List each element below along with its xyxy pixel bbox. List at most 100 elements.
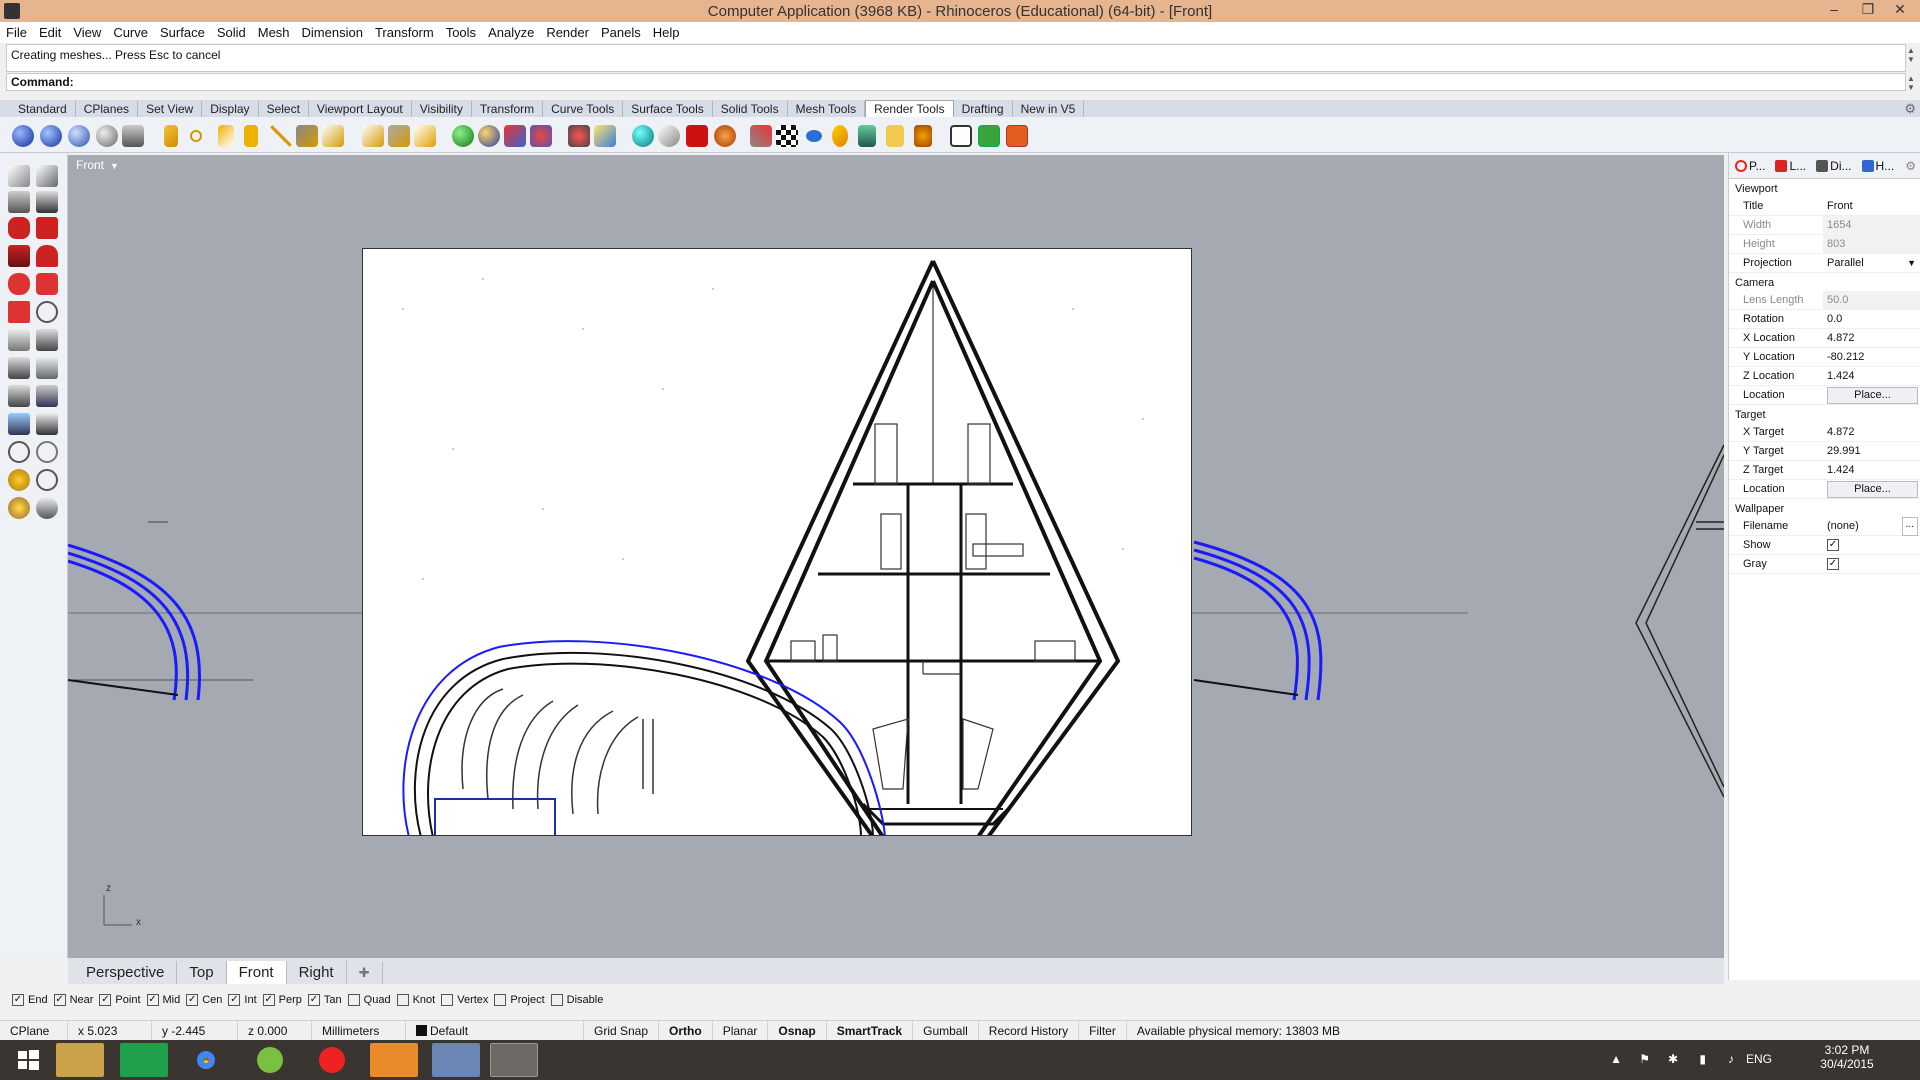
mirror-icon[interactable] (8, 413, 30, 435)
osnap-int-checkbox[interactable]: ✓ (228, 994, 241, 1006)
field-x-location[interactable]: 4.872 (1823, 329, 1920, 348)
scale-icon[interactable] (36, 385, 58, 407)
osnap-disable-checkbox[interactable] (550, 994, 563, 1006)
select-arrow-icon[interactable] (8, 165, 30, 187)
language-indicator[interactable]: ENG (1746, 1052, 1772, 1066)
status-record-history[interactable]: Record History (979, 1020, 1080, 1041)
tab-drafting[interactable]: Drafting (954, 101, 1013, 117)
texture-mapping-icon[interactable] (504, 125, 526, 147)
menu-transform[interactable]: Transform (375, 25, 434, 40)
decal-icon[interactable] (530, 125, 552, 147)
restore-icon[interactable]: ❐ (1856, 1, 1880, 19)
osnap-vertex-checkbox[interactable] (441, 994, 454, 1006)
menu-panels[interactable]: Panels (601, 25, 641, 40)
add-viewport-tab-icon[interactable]: ✚ (347, 962, 383, 984)
status-cplane[interactable]: CPlane (0, 1020, 68, 1041)
tab-mesh-tools[interactable]: Mesh Tools (788, 101, 866, 117)
tab-viewport-layout[interactable]: Viewport Layout (309, 101, 412, 117)
osnap-vertex[interactable]: Vertex (441, 994, 488, 1006)
point-light-icon[interactable] (190, 130, 202, 142)
filename-field[interactable]: (none)... (1823, 516, 1920, 536)
zoom-selected-icon[interactable] (8, 469, 30, 491)
capture-viewport-icon[interactable] (950, 125, 972, 147)
command-scroll-arrows-icon[interactable]: ▲ ▼ (1906, 74, 1916, 92)
tab-right[interactable]: Right (287, 961, 347, 984)
polyline-icon[interactable] (8, 191, 30, 213)
clipping-plane-icon[interactable] (858, 125, 876, 147)
tab-display[interactable]: Display (202, 101, 259, 117)
rotate-view-icon[interactable] (8, 497, 30, 519)
menu-render[interactable]: Render (546, 25, 589, 40)
tab-surface-tools[interactable]: Surface Tools (623, 101, 713, 117)
linear-light-icon[interactable] (270, 125, 292, 147)
ground-plane-icon[interactable] (568, 125, 590, 147)
osnap-knot-checkbox[interactable] (396, 994, 409, 1006)
turntable-icon[interactable] (658, 125, 680, 147)
zoom-extents-icon[interactable] (36, 469, 58, 491)
tab-help[interactable]: H... (1861, 159, 1894, 173)
viewport-title[interactable]: Front ▼ (72, 157, 123, 173)
tab-render-tools[interactable]: Render Tools (865, 100, 954, 117)
osnap-project-checkbox[interactable] (494, 994, 507, 1006)
text-icon[interactable] (8, 329, 30, 351)
tab-curve-tools[interactable]: Curve Tools (543, 101, 624, 117)
osnap-int[interactable]: ✓ Int (228, 994, 257, 1006)
skylight-icon[interactable] (414, 125, 436, 147)
menu-mesh[interactable]: Mesh (258, 25, 290, 40)
field-z-location[interactable]: 1.424 (1823, 367, 1920, 386)
light-edit-icon[interactable] (296, 125, 318, 147)
osnap-tan-checkbox[interactable]: ✓ (307, 994, 320, 1006)
history-scroll-arrows-icon[interactable]: ▲ ▼ (1906, 46, 1916, 64)
pen-render-icon[interactable] (750, 125, 772, 147)
osnap-end-checkbox[interactable]: ✓ (12, 994, 24, 1006)
sweep-icon[interactable] (36, 273, 58, 295)
render-window-icon[interactable] (68, 125, 90, 147)
osnap-cen[interactable]: ✓ Cen (186, 994, 222, 1006)
tab-top[interactable]: Top (177, 961, 227, 984)
osnap-project[interactable]: Project (494, 994, 545, 1006)
menu-file[interactable]: File (6, 25, 27, 40)
tab-new-in-v5[interactable]: New in V5 (1013, 101, 1085, 117)
open-folder-icon[interactable] (886, 125, 904, 147)
render-settings-icon[interactable] (122, 125, 144, 147)
field-rotation[interactable]: 0.0 (1823, 310, 1920, 329)
tray-expand-icon[interactable]: ▲ (1610, 1052, 1622, 1066)
paint-icon[interactable] (370, 1043, 418, 1077)
camera-place-button[interactable]: Place... (1827, 386, 1918, 404)
status-smarttrack[interactable]: SmartTrack (827, 1020, 914, 1041)
tab-front[interactable]: Front (226, 961, 287, 984)
osnap-disable[interactable]: Disable (550, 994, 603, 1006)
menu-solid[interactable]: Solid (217, 25, 246, 40)
show-checkbox[interactable]: ✓ (1827, 538, 1839, 551)
osnap-near-checkbox[interactable]: ✓ (53, 994, 66, 1006)
menu-view[interactable]: View (73, 25, 101, 40)
status-layer[interactable]: Default (406, 1020, 584, 1041)
menu-curve[interactable]: Curve (113, 25, 148, 40)
osnap-tan[interactable]: ✓ Tan (307, 994, 342, 1006)
menu-tools[interactable]: Tools (446, 25, 476, 40)
menu-dimension[interactable]: Dimension (302, 25, 363, 40)
render-preview-icon[interactable] (40, 125, 62, 147)
chevron-down-icon[interactable]: ▼ (1907, 254, 1920, 273)
media-player-icon[interactable] (308, 1043, 356, 1077)
close-icon[interactable]: ✕ (1888, 1, 1912, 19)
loft-icon[interactable] (36, 245, 58, 267)
rotate-icon[interactable] (8, 385, 30, 407)
osnap-perp[interactable]: ✓ Perp (262, 994, 302, 1006)
tab-set-view[interactable]: Set View (138, 101, 203, 117)
projection-select[interactable]: Parallel ▼ (1823, 254, 1920, 273)
environment-map-icon[interactable] (632, 125, 654, 147)
osnap-point[interactable]: ✓ Point (99, 994, 141, 1006)
status-ortho[interactable]: Ortho (659, 1020, 713, 1041)
tab-perspective[interactable]: Perspective (74, 961, 178, 984)
flag-icon[interactable]: ⚑ (1639, 1052, 1650, 1066)
render-animation-icon[interactable] (686, 125, 708, 147)
tab-transform[interactable]: Transform (472, 101, 544, 117)
tab-cplanes[interactable]: CPlanes (76, 101, 139, 117)
viewport-dropdown-icon[interactable]: ▼ (110, 161, 119, 171)
extrude-icon[interactable] (8, 245, 30, 267)
material-editor-icon[interactable] (478, 125, 500, 147)
directional-light-icon[interactable] (218, 125, 234, 147)
box-edit-icon[interactable] (36, 413, 58, 435)
gray-checkbox[interactable]: ✓ (1827, 557, 1839, 570)
